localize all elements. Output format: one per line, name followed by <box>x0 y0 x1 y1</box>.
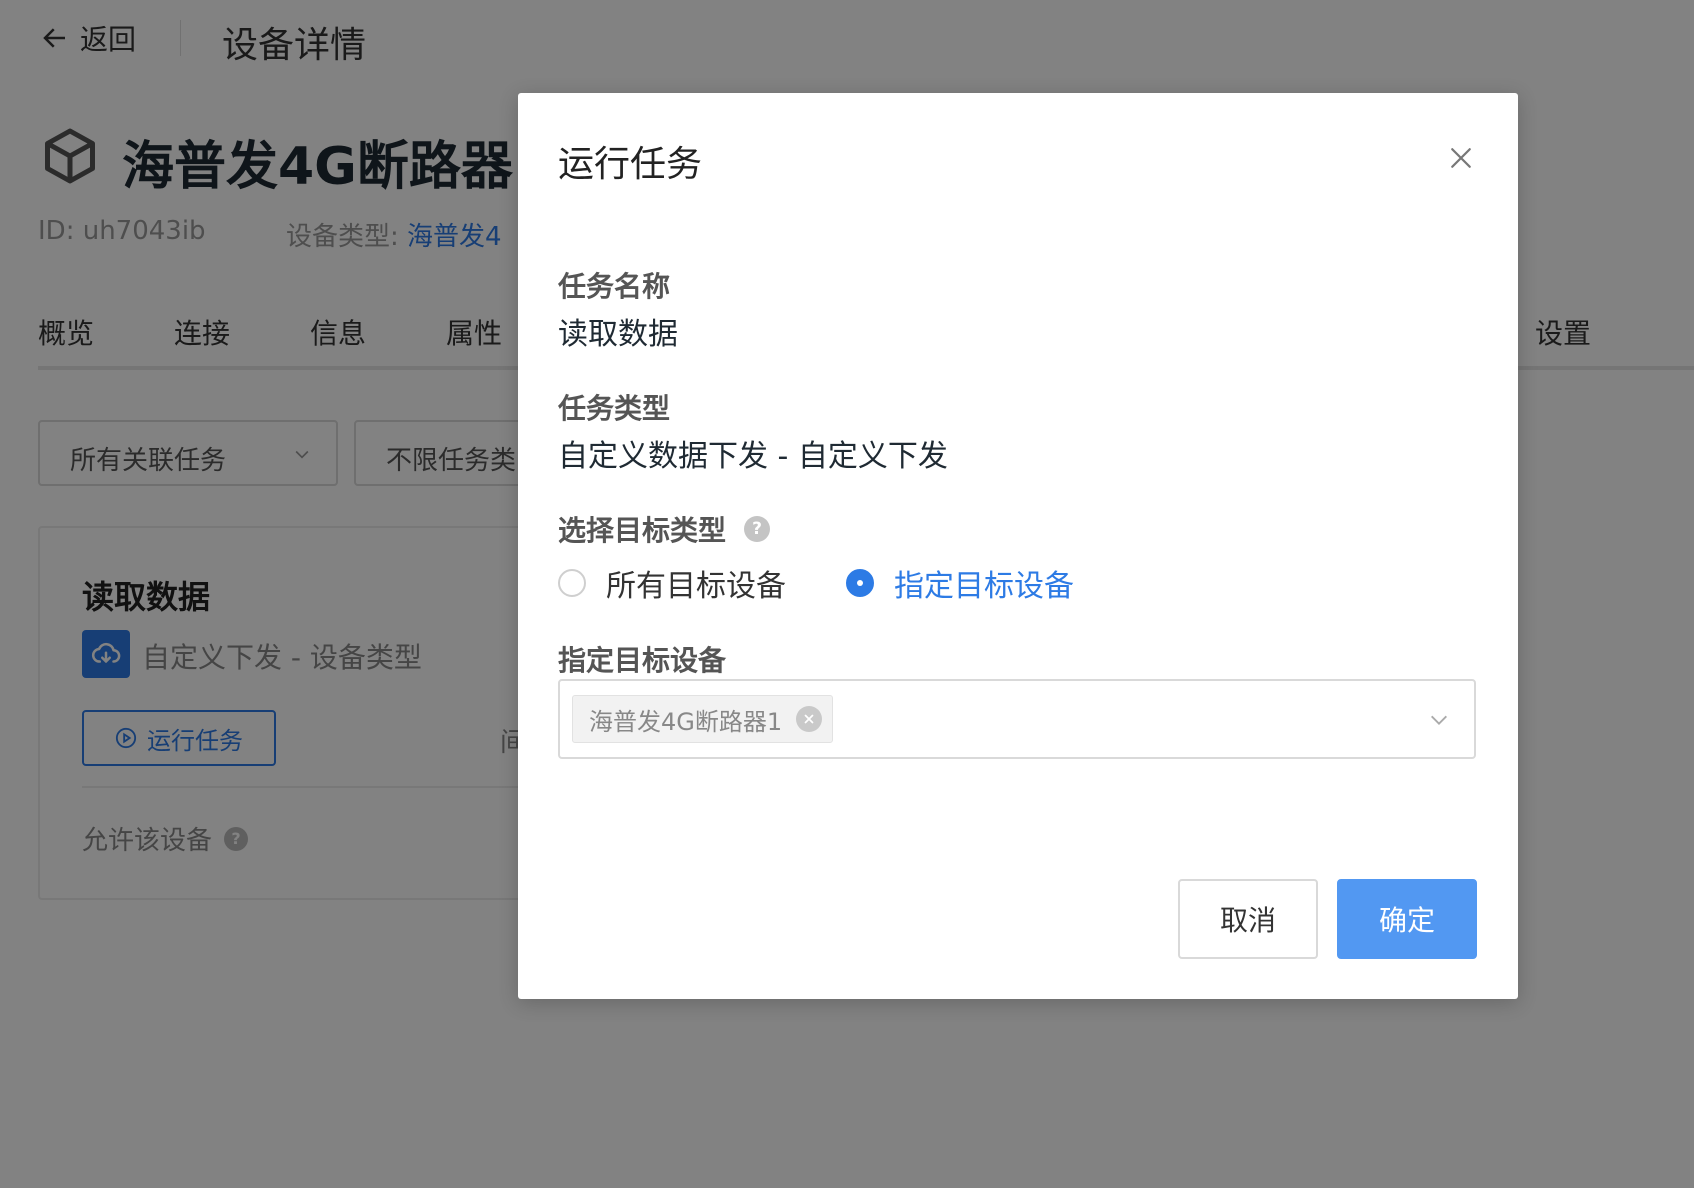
run-task-modal: 运行任务 任务名称 读取数据 任务类型 自定义数据下发 - 自定义下发 选择目标… <box>518 93 1518 999</box>
task-name-value: 读取数据 <box>558 317 678 352</box>
chevron-down-icon[interactable] <box>1428 709 1450 731</box>
target-type-label-row: 选择目标类型 ? <box>558 509 771 549</box>
circle-x-icon[interactable] <box>796 706 823 732</box>
radio-circle <box>558 569 586 597</box>
device-detail-page: 返回 设备详情 海普发4G断路器1 ID: uh7043ib 设备类型: 海普发… <box>0 0 1694 1188</box>
tag-remove-icon <box>804 714 814 724</box>
task-name-label: 任务名称 <box>558 270 671 303</box>
radio-specified-devices[interactable]: 指定目标设备 <box>846 561 1074 605</box>
radio-circle <box>846 569 874 597</box>
task-type-label: 任务类型 <box>558 392 671 425</box>
task-type-value: 自定义数据下发 - 自定义下发 <box>558 439 948 474</box>
target-devices-label: 指定目标设备 <box>558 644 727 677</box>
confirm-button[interactable]: 确定 <box>1337 879 1477 959</box>
cancel-button[interactable]: 取消 <box>1178 879 1318 959</box>
modal-title: 运行任务 <box>558 144 703 185</box>
close-icon[interactable] <box>1446 143 1476 173</box>
question-circle-icon[interactable]: ? <box>744 516 771 542</box>
radio-all-devices-label: 所有目标设备 <box>606 569 786 604</box>
target-type-radio-group: 所有目标设备 指定目标设备 <box>558 561 1074 605</box>
radio-all-devices[interactable]: 所有目标设备 <box>558 561 786 605</box>
target-devices-select[interactable]: 海普发4G断路器1 <box>558 679 1476 759</box>
selected-device-tag-label: 海普发4G断路器1 <box>589 707 783 736</box>
selected-device-tag: 海普发4G断路器1 <box>572 695 834 743</box>
target-type-label: 选择目标类型 <box>558 514 727 547</box>
radio-specified-devices-label: 指定目标设备 <box>894 569 1074 604</box>
